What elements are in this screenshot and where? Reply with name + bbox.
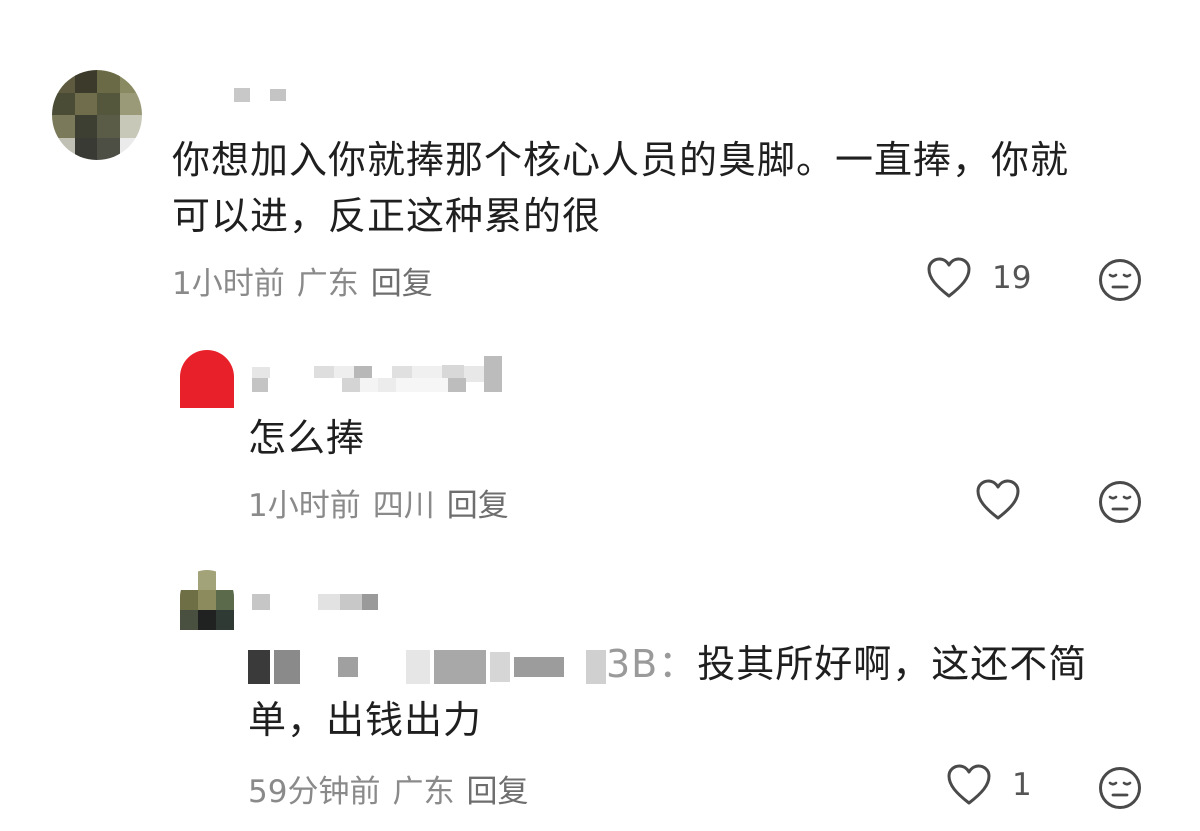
like-button[interactable]: 19: [926, 256, 1032, 300]
dislike-button[interactable]: [1098, 480, 1142, 524]
neutral-face-icon: [1099, 259, 1141, 301]
comment-text: 怎么捧: [248, 416, 366, 460]
like-count: 1: [1012, 767, 1032, 803]
comment-text-line-rest: 投其所好啊，这还不简: [697, 642, 1088, 686]
comment-time: 1小时前: [172, 266, 285, 302]
comment-time: 59分钟前: [248, 774, 381, 810]
comment-meta: 1小时前 四川 回复: [248, 480, 509, 525]
comment-text: 你想加入你就捧那个核心人员的臭脚。一直捧，你就 可以进，反正这种累的很: [172, 132, 1162, 244]
comment-meta: 1小时前 广东 回复: [172, 258, 433, 303]
heart-outline-icon: [927, 257, 971, 298]
like-button[interactable]: 1: [946, 763, 1052, 807]
comment-text-line: 你想加入你就捧那个核心人员的臭脚。一直捧，你就: [172, 138, 1070, 182]
username-blurred[interactable]: [252, 594, 378, 610]
username-blurred: [252, 378, 466, 392]
mentioned-user-blurred[interactable]: [248, 649, 606, 684]
comment-location: 广东: [392, 774, 455, 810]
comment-text-line: 可以进，反正这种累的很: [172, 194, 602, 238]
reply-button[interactable]: 回复: [466, 766, 528, 811]
username-blurred[interactable]: [234, 88, 286, 102]
neutral-face-icon: [1099, 481, 1141, 523]
neutral-face-icon: [1099, 767, 1141, 809]
mention-suffix: 3B：: [606, 642, 698, 686]
comment-location: 四川: [372, 488, 435, 524]
comment-time: 1小时前: [248, 488, 361, 524]
heart-outline-icon: [947, 764, 991, 805]
like-button[interactable]: [975, 478, 1081, 522]
dislike-button[interactable]: [1098, 766, 1142, 810]
comment-text-line: 单，出钱出力: [248, 698, 483, 742]
comment-text: 3B：投其所好啊，这还不简 单，出钱出力: [248, 636, 1148, 748]
comment-location: 广东: [296, 266, 359, 302]
dislike-button[interactable]: [1098, 258, 1142, 302]
comment-meta: 59分钟前 广东 回复: [248, 766, 528, 811]
avatar[interactable]: [52, 70, 142, 160]
like-count: 19: [992, 260, 1032, 296]
reply-button[interactable]: 回复: [447, 480, 509, 525]
avatar[interactable]: [180, 570, 234, 630]
comment-text-line: 3B：投其所好啊，这还不简: [248, 636, 1148, 692]
reply-button[interactable]: 回复: [371, 258, 433, 303]
avatar[interactable]: [180, 350, 234, 408]
heart-outline-icon: [976, 479, 1020, 520]
